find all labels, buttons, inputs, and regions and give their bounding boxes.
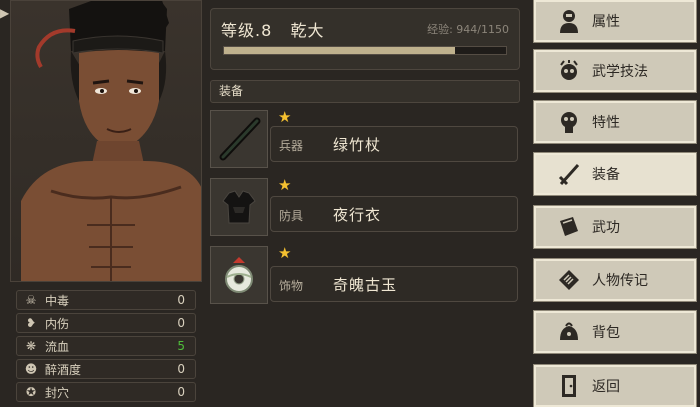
status-label: 醉酒度 — [45, 362, 82, 377]
star-icon: ★ — [278, 244, 292, 262]
exp-bar — [223, 46, 507, 55]
status-label: 封穴 — [45, 385, 70, 400]
skull-icon: ☠ — [25, 293, 37, 307]
scroll-icon — [556, 267, 582, 293]
menu-backpack-button[interactable]: 背包 — [533, 310, 697, 354]
star-icon: ★ — [278, 108, 292, 126]
character-name: 乾大 — [290, 21, 325, 40]
status-label: 中毒 — [45, 293, 70, 308]
status-value: 0 — [177, 293, 185, 307]
menu-label: 特性 — [592, 115, 620, 131]
book-icon — [556, 214, 582, 240]
door-icon — [556, 373, 582, 399]
status-drunk-row: ☻ 醉酒度 0 — [16, 359, 196, 379]
level-text: 等级.8 — [221, 21, 273, 40]
menu-return-button[interactable]: 返回 — [533, 364, 697, 407]
status-label: 流血 — [45, 339, 70, 354]
item-name: 奇魄古玉 — [333, 276, 398, 294]
status-label: 内伤 — [45, 316, 70, 331]
drunk-face-icon: ☻ — [24, 362, 38, 376]
night-robe-icon — [222, 190, 256, 224]
weapon-slot[interactable] — [210, 110, 268, 168]
menu-traits-button[interactable]: 特性 — [533, 100, 697, 144]
armor-bar[interactable]: 防具 夜行衣 — [270, 196, 518, 232]
weapon-bar[interactable]: 兵器 绿竹杖 — [270, 126, 518, 162]
exp-bar-fill — [224, 47, 456, 54]
skull-badge-icon — [556, 109, 582, 135]
accessory-bar[interactable]: 饰物 奇魄古玉 — [270, 266, 518, 302]
menu-equipment-button[interactable]: 装备 — [533, 152, 697, 196]
bamboo-staff-icon — [219, 117, 261, 161]
broken-heart-icon: ❥ — [25, 316, 37, 330]
equipment-header: 装备 — [210, 80, 520, 103]
character-name-panel: 等级.8 乾大 经验: 944/1150 — [210, 8, 520, 70]
jade-ornament-icon — [225, 257, 253, 293]
status-value: 0 — [177, 316, 185, 330]
back-arrow-icon[interactable]: ▶ — [0, 6, 9, 22]
slot-label: 饰物 — [279, 279, 304, 293]
backpack-icon — [556, 319, 582, 345]
skull-flame-icon — [556, 58, 582, 84]
character-bust-icon — [556, 8, 582, 34]
menu-biography-button[interactable]: 人物传记 — [533, 258, 697, 302]
menu-martial-techniques-button[interactable]: 武学技法 — [533, 49, 697, 93]
menu-label: 背包 — [592, 325, 620, 341]
menu-attributes-button[interactable]: 属性 — [533, 0, 697, 43]
status-sealed-acupoint-row: ✪ 封穴 0 — [16, 382, 196, 402]
slot-label: 防具 — [279, 209, 304, 223]
blood-splatter-icon: ❋ — [25, 339, 37, 353]
armor-slot[interactable] — [210, 178, 268, 236]
status-value: 5 — [177, 339, 185, 353]
accessory-slot[interactable] — [210, 246, 268, 304]
menu-label: 人物传记 — [592, 273, 648, 289]
menu-label: 武学技法 — [592, 64, 648, 80]
status-value: 0 — [177, 362, 185, 376]
level-name-label: 等级.8 乾大 — [221, 17, 325, 41]
status-internal-injury-row: ❥ 内伤 0 — [16, 313, 196, 333]
menu-label: 返回 — [592, 379, 620, 395]
item-name: 夜行衣 — [333, 206, 382, 224]
star-icon: ★ — [278, 176, 292, 194]
acupoint-seal-icon: ✪ — [25, 385, 37, 399]
menu-martial-arts-button[interactable]: 武功 — [533, 205, 697, 249]
menu-label: 装备 — [592, 167, 620, 183]
sword-icon — [556, 161, 582, 187]
item-name: 绿竹杖 — [333, 136, 382, 154]
status-value: 0 — [177, 385, 185, 399]
slot-label: 兵器 — [279, 139, 304, 153]
status-poison-row: ☠ 中毒 0 — [16, 290, 196, 310]
menu-label: 属性 — [592, 14, 620, 30]
exp-text: 经验: 944/1150 — [427, 23, 509, 36]
status-bleeding-row: ❋ 流血 5 — [16, 336, 196, 356]
menu-label: 武功 — [592, 220, 620, 236]
character-portrait — [10, 0, 202, 282]
